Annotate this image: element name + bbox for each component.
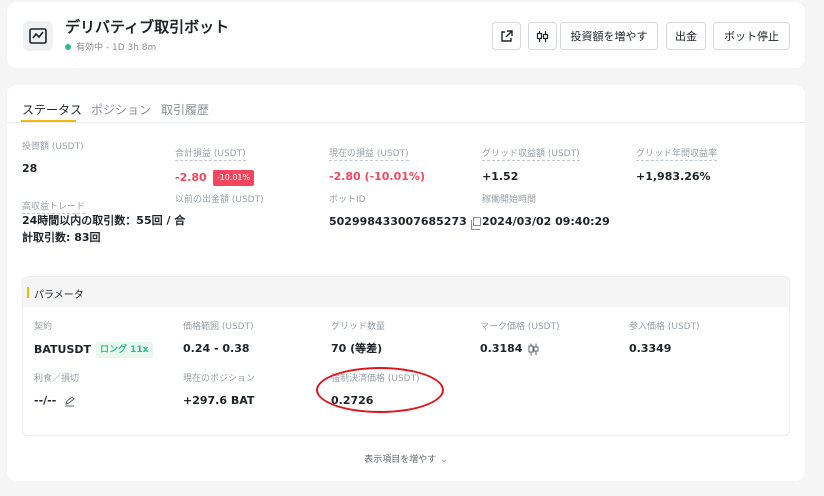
param-tp-sl: 利食／損切 --/-- [34,374,80,407]
stat-start-time: 稼働開始時間 2024/03/02 09:40:29 [482,195,610,228]
stat-investment: 投資額 (USDT) 28 [22,142,84,175]
chevron-down-icon: ⌄ [440,455,448,465]
total-pnl-value: -2.80 -10.01% [175,170,255,186]
candlestick-icon [536,30,549,42]
withdraw-button[interactable]: 出金 [666,22,706,50]
external-link-icon [501,29,513,42]
parameters-panel: パラメータ 契約 BATUSDT ロング 11x 価格範囲 (USDT) 0.2… [22,276,790,436]
bot-header-card: デリバティブ取引ボット 有効中 - 1D 3h 8m 投資額を増やす 出金 ボッ… [7,2,805,68]
tab-trade-history[interactable]: 取引履歴 [161,101,209,118]
tab-bar: ステータス ポジション 取引履歴 [7,85,805,123]
current-pnl-value: -2.80 (-10.01%) [329,170,425,183]
show-more-items-link[interactable]: 表示項目を増やす ⌄ [7,452,805,465]
stat-current-pnl: 現在の損益 (USDT) -2.80 (-10.01%) [329,149,425,183]
mark-price-value: 0.3184 [480,342,523,355]
active-tab-indicator [21,120,76,122]
investment-value: 28 [22,162,38,175]
param-contract: 契約 BATUSDT ロング 11x [34,321,153,358]
stat-bot-id: ボットID 502998433007685273 [329,194,481,230]
start-time-value: 2024/03/02 09:40:29 [482,215,610,228]
share-button[interactable] [492,22,521,50]
bot-id-value: 502998433007685273 [329,215,481,230]
grid-apr-value: +1,983.26% [636,170,711,183]
parameters-header: パラメータ [23,277,789,307]
stat-high-profit-trades: 高収益トレード [22,202,86,214]
edit-icon[interactable] [64,395,76,407]
increase-investment-button[interactable]: 投資額を増やす [560,22,658,50]
tab-positions[interactable]: ポジション [91,101,151,118]
param-grid-count: グリッド数量 70 (等差) [331,322,386,355]
bot-status-text: 有効中 - 1D 3h 8m [76,43,157,53]
grid-count-value: 70 (等差) [331,342,383,355]
candlestick-icon[interactable] [528,343,539,356]
position-value: +297.6 BAT [183,394,255,407]
tp-sl-value: --/-- [34,394,57,407]
copy-icon[interactable] [470,217,481,230]
param-position: 現在のポジション +297.6 BAT [183,374,256,407]
tab-status[interactable]: ステータス [22,101,82,118]
stat-total-pnl: 合計損益 (USDT) -2.80 -10.01% [175,141,255,186]
bot-status: 有効中 - 1D 3h 8m [65,40,156,53]
param-price-range: 価格範囲 (USDT) 0.24 - 0.38 [183,322,254,355]
grid-bot-icon [23,21,53,51]
leverage-badge: ロング 11x [96,342,153,358]
stat-prev-withdraw: 以前の出金額 (USDT) [175,195,264,205]
bot-detail-card: ステータス ポジション 取引履歴 投資額 (USDT) 28 合計損益 (USD… [7,85,805,481]
stat-grid-apr: グリッド年間収益率 +1,983.26% [636,149,718,183]
entry-price-value: 0.3349 [629,342,672,355]
total-pnl-pct-badge: -10.01% [212,170,255,186]
trade-count-value: 24時間以内の取引数：55回 / 合計取引数: 83回 [22,214,186,244]
bot-title: デリバティブ取引ボット [65,18,230,36]
status-dot-icon [65,43,71,50]
price-range-value: 0.24 - 0.38 [183,342,250,355]
annotation-ellipse [316,367,444,413]
parameters-title: パラメータ [34,290,84,301]
chart-button[interactable] [528,22,557,50]
parameters-accent-bar [27,287,29,298]
stop-bot-button[interactable]: ボット停止 [713,22,790,50]
grid-profit-value: +1.52 [482,170,519,183]
stat-grid-profit: グリッド収益額 (USDT) +1.52 [482,149,580,183]
param-entry-price: 参入価格 (USDT) 0.3349 [629,322,700,355]
param-mark-price: マーク価格 (USDT) 0.3184 [480,322,560,356]
contract-value: BATUSDT [34,343,92,356]
